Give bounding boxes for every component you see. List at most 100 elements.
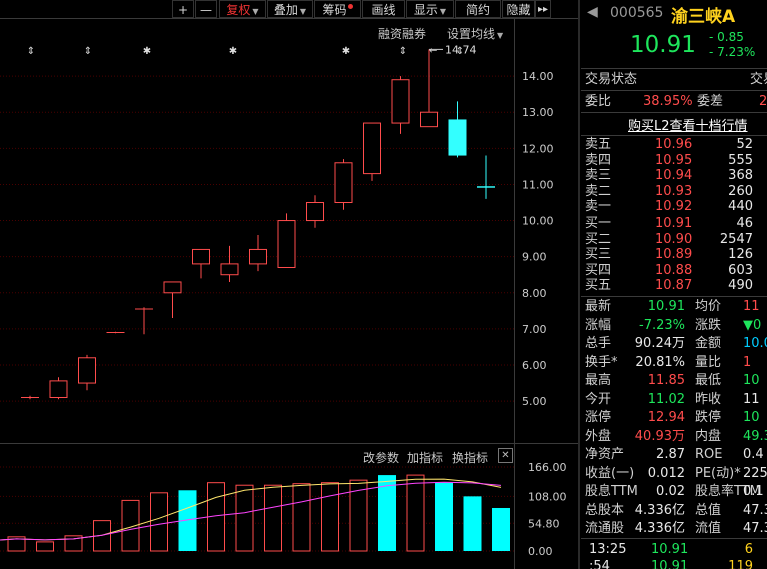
panel-divider[interactable] — [578, 0, 580, 569]
stat-row: 涨停 12.94 跌停 10 — [585, 409, 767, 426]
stat-value: 11.02 — [647, 391, 685, 407]
ask-row: 卖一 10.92 440 — [585, 199, 767, 215]
close-icon[interactable]: ✕ — [498, 448, 513, 463]
chart-toolbar: + — 复权 ▼ 叠加 ▼ 筹码 画线 显示 ▼ 简约 隐藏 ▸▸ — [0, 0, 574, 19]
candle-body — [448, 119, 467, 156]
price-tick-label: 10.00 — [522, 215, 554, 228]
bid-row: 买二 10.90 2547 — [585, 232, 767, 248]
quote-panel: ◀ 000565 渝三峡A 10.91 - 0.85 - 7.23% 交易状态 … — [581, 0, 767, 569]
tick-time: 13:25 — [589, 542, 627, 557]
ask-price: 10.94 — [655, 168, 693, 183]
set-ma-dropdown[interactable]: 设置均线 ▼ — [447, 25, 503, 42]
candle-body — [192, 248, 210, 265]
stat-label: 均价 — [695, 299, 722, 314]
caret-down-icon: ▼ — [439, 7, 447, 16]
bid-row: 买一 10.91 46 — [585, 216, 767, 232]
ask-volume: 52 — [736, 137, 753, 152]
stat-row: 最新 10.91 均价 11 — [585, 298, 767, 315]
ind-add-button[interactable]: 加指标 — [407, 449, 443, 466]
kline-chart[interactable]: 14.00 13.00 12.00 11.00 10.00 9.00 8.00 7.00 6.0… — [0, 0, 578, 569]
zoom-out-button[interactable]: — — [195, 0, 217, 18]
ask-row: 卖五 10.96 52 — [585, 137, 767, 153]
change-percent: - 7.23% — [709, 45, 756, 59]
tick-row: 13:25 10.91 6 — [585, 541, 767, 558]
status-label: 交易状态 — [585, 72, 638, 87]
volume-bar — [435, 482, 453, 551]
divider — [581, 112, 767, 113]
xianshi-dropdown[interactable]: 显示 ▼ — [406, 0, 454, 18]
status-right: 交易 — [750, 72, 767, 87]
stat-value: 10 — [743, 373, 760, 388]
ask-price: 10.95 — [655, 152, 693, 168]
l2-link[interactable]: 购买L2查看十档行情 — [628, 115, 748, 134]
ind-switch-button[interactable]: 换指标 — [452, 449, 488, 466]
stock-name: 渝三峡A — [671, 7, 736, 27]
huaxian-button[interactable]: 画线 — [362, 0, 405, 18]
tick-row: :54 10.91 119 — [585, 558, 767, 569]
stat-label: 换手* — [585, 354, 618, 370]
tick-price: 10.91 — [651, 542, 689, 557]
candle-body — [277, 220, 296, 268]
divider — [581, 296, 767, 297]
volume-bar — [36, 541, 54, 552]
volume-bar — [492, 507, 510, 551]
stat-label: 最低 — [695, 373, 722, 388]
jianyue-button[interactable]: 简约 — [455, 0, 501, 18]
ind-param-button[interactable]: 改参数 — [363, 449, 399, 466]
volume-bar — [150, 492, 168, 552]
tick-price: 10.91 — [651, 559, 689, 569]
stat-label: 涨停 — [585, 410, 612, 425]
candle-body — [220, 263, 239, 276]
stat-value: 4.336亿 — [634, 521, 685, 536]
stat-label: 量比 — [695, 354, 722, 370]
diejia-dropdown[interactable]: 叠加 ▼ — [267, 0, 313, 18]
volume-tick-label: 108.00 — [528, 490, 567, 503]
rzrq-button[interactable]: 融资融券 — [378, 25, 426, 42]
stock-code: 000565 — [610, 5, 664, 21]
weibi-row: 委比 38.95% 委差 2 — [585, 93, 767, 110]
zoom-in-button[interactable]: + — [172, 0, 194, 18]
candle-body — [163, 281, 182, 294]
caret-down-icon: ▼ — [299, 7, 307, 16]
ask-volume: 440 — [728, 199, 753, 214]
divider — [581, 68, 767, 69]
xianshi-label: 显示 — [413, 3, 438, 17]
price-tick-label: 9.00 — [522, 251, 547, 264]
stat-value: 225 — [743, 465, 767, 481]
event-marker-icon: ✱ — [143, 46, 151, 57]
tick-volume: 119 — [728, 559, 753, 569]
stat-value: 49.3 — [743, 428, 767, 444]
event-marker-icon: ⇕ — [27, 46, 35, 57]
stat-label: 最新 — [585, 299, 612, 314]
stat-row: 最高 11.85 最低 10 — [585, 372, 767, 389]
stat-label: 内盘 — [695, 428, 722, 444]
stat-value: 0.012 — [647, 465, 685, 481]
fuquan-label: 复权 — [226, 3, 251, 17]
price-tick-label: 6.00 — [522, 359, 547, 372]
stat-value: 40.93万 — [634, 428, 685, 444]
bid-price: 10.89 — [655, 247, 693, 262]
prev-stock-icon[interactable]: ◀ — [587, 4, 598, 20]
ask-label: 卖二 — [585, 183, 612, 199]
fuquan-dropdown[interactable]: 复权 ▼ — [219, 0, 266, 18]
stat-row: 净资产 2.87 ROE 0.4 — [585, 446, 767, 463]
bid-volume: 603 — [728, 262, 753, 278]
ask-row: 卖四 10.95 555 — [585, 153, 767, 169]
volume-tick-label: 54.80 — [528, 517, 560, 530]
stat-label: 外盘 — [585, 428, 612, 444]
stat-value: 10.0 — [743, 336, 767, 351]
arrow-left-icon: ← — [429, 45, 437, 56]
stat-value: 10 — [743, 410, 760, 425]
bid-price: 10.90 — [655, 231, 693, 247]
stat-label: 总股本 — [585, 502, 625, 518]
price-tick-label: 14.00 — [522, 70, 554, 83]
bid-volume: 126 — [728, 247, 753, 262]
chouma-button[interactable]: 筹码 — [314, 0, 361, 18]
yincang-button[interactable]: 隐藏 — [502, 0, 535, 18]
candle-body — [306, 202, 324, 222]
volume-bar — [321, 482, 339, 552]
stat-row: 总股本 4.336亿总值 47.3 — [585, 502, 767, 519]
candle-body — [391, 79, 410, 124]
more-arrow-icon[interactable]: ▸▸ — [535, 0, 551, 18]
stat-value: 2.87 — [656, 447, 685, 462]
